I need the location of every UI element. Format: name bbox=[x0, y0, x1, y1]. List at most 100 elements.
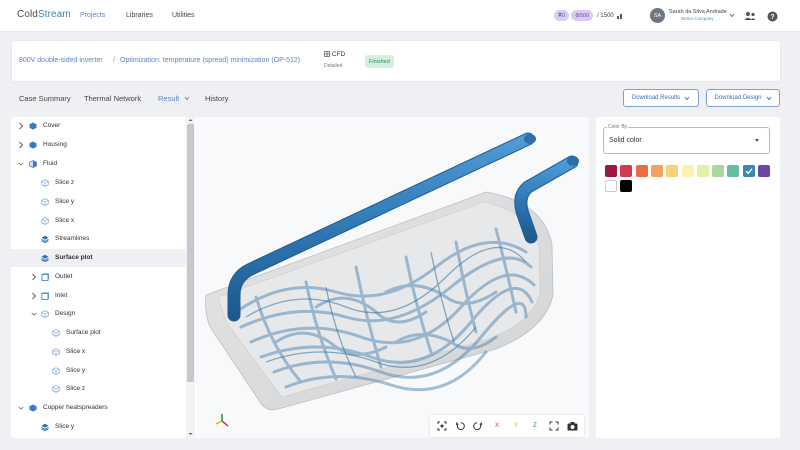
credits-indicator: ⧗ 0 ⚙ 500 / 1500 bbox=[554, 10, 624, 21]
color-swatch[interactable] bbox=[605, 165, 617, 177]
tree-scrollbar[interactable] bbox=[186, 117, 195, 438]
chevron-down-icon[interactable] bbox=[18, 404, 24, 412]
tree-item[interactable]: Housing bbox=[11, 136, 186, 154]
chevron-down-icon[interactable] bbox=[729, 13, 735, 18]
tree-item-label: Slice y bbox=[55, 423, 75, 430]
layers-icon bbox=[41, 423, 49, 432]
axis-y-button[interactable]: Y bbox=[510, 420, 522, 432]
tree-item[interactable]: Fluid bbox=[11, 155, 186, 173]
credit-pill-used: ⚙ 500 bbox=[570, 10, 594, 21]
scroll-thumb[interactable] bbox=[187, 124, 194, 382]
tree-item[interactable]: Design bbox=[11, 305, 186, 323]
chevron-down-icon[interactable] bbox=[18, 160, 24, 168]
cube-outline-icon bbox=[52, 348, 60, 356]
tree-item[interactable]: Surface plot bbox=[11, 324, 186, 342]
cube-half-icon bbox=[29, 160, 37, 168]
color-swatch[interactable] bbox=[681, 165, 694, 177]
user-name[interactable]: Sarah da Silva Andrade bbox=[669, 9, 727, 15]
nav-projects[interactable]: Projects bbox=[80, 12, 105, 19]
breadcrumb-study[interactable]: Optimization: temperature (spread) minim… bbox=[120, 57, 300, 64]
tree-item-label: Inlet bbox=[55, 292, 68, 299]
help-icon[interactable]: ? bbox=[766, 10, 778, 22]
color-swatch[interactable] bbox=[650, 165, 663, 177]
download-design-button[interactable]: Download Design bbox=[706, 89, 780, 107]
color-swatch[interactable] bbox=[742, 165, 755, 177]
tree-item[interactable]: Slice x bbox=[11, 212, 186, 230]
cube-outline-icon bbox=[52, 329, 60, 337]
tab-result[interactable]: Result bbox=[158, 94, 190, 103]
tree-item-label: Slice z bbox=[66, 385, 86, 392]
rotate-right-icon[interactable] bbox=[472, 420, 484, 432]
tab-thermal-network[interactable]: Thermal Network bbox=[84, 94, 141, 103]
tree-item[interactable]: Slice y bbox=[11, 193, 186, 211]
chevron-right-icon[interactable] bbox=[18, 122, 24, 130]
axis-x-button[interactable]: X bbox=[491, 420, 503, 432]
tab-case-summary[interactable]: Case Summary bbox=[19, 94, 71, 103]
study-subtype: Detailed bbox=[324, 63, 343, 69]
tree-item-label: Slice x bbox=[66, 348, 86, 355]
camera-icon[interactable] bbox=[566, 420, 578, 432]
tree-item-label: Cover bbox=[43, 122, 61, 129]
scroll-down-icon[interactable] bbox=[186, 431, 195, 437]
color-swatch[interactable] bbox=[727, 165, 740, 177]
team-icon[interactable] bbox=[744, 10, 756, 22]
tree-item[interactable]: Cover bbox=[11, 117, 186, 135]
cube-solid-icon bbox=[29, 141, 37, 149]
chevron-down-icon bbox=[684, 96, 690, 100]
chevron-right-icon[interactable] bbox=[31, 273, 37, 281]
chevron-down-icon bbox=[766, 96, 771, 100]
box-outline-icon bbox=[41, 292, 49, 300]
tree-item-label: Design bbox=[55, 310, 76, 317]
tab-history[interactable]: History bbox=[205, 94, 228, 103]
tree-item[interactable]: Copper heatspreaders bbox=[11, 399, 186, 417]
model-tree: Cover Housing Fluid Slice z Slice y Slice x St… bbox=[11, 117, 196, 438]
color-by-label: Color By bbox=[607, 124, 629, 130]
layers-icon bbox=[41, 254, 49, 263]
tree-item[interactable]: Slice y bbox=[11, 362, 186, 380]
tree-item-label: Slice y bbox=[55, 198, 75, 205]
3d-viewer[interactable] bbox=[196, 117, 589, 438]
tree-item[interactable]: Slice y bbox=[11, 418, 186, 436]
color-swatch[interactable] bbox=[620, 180, 633, 192]
color-swatch[interactable] bbox=[635, 165, 648, 177]
tree-item[interactable]: Slice z bbox=[11, 380, 186, 398]
credit-total: / 1500 bbox=[597, 12, 614, 19]
tree-item[interactable]: Streamlines bbox=[11, 230, 186, 248]
color-swatch[interactable] bbox=[758, 165, 770, 177]
tree-item-label: Fluid bbox=[43, 160, 58, 167]
color-swatch[interactable] bbox=[712, 165, 725, 177]
fit-view-icon[interactable] bbox=[436, 420, 448, 432]
tree-item[interactable]: Outlet bbox=[11, 268, 186, 286]
download-results-button[interactable]: Download Results bbox=[623, 89, 699, 107]
scroll-up-icon[interactable] bbox=[186, 117, 195, 123]
tree-item[interactable]: Slice x bbox=[11, 343, 186, 361]
chevron-down-icon[interactable] bbox=[31, 310, 37, 318]
avatar[interactable]: SA bbox=[650, 8, 665, 23]
svg-text:?: ? bbox=[770, 14, 774, 21]
app-logo[interactable]: ColdStream bbox=[17, 9, 71, 20]
tree-item-label: Housing bbox=[43, 141, 67, 148]
tree-item[interactable]: Surface plot bbox=[11, 249, 186, 267]
heatsink-3d-model[interactable] bbox=[196, 117, 589, 438]
nav-utilities[interactable]: Utilities bbox=[172, 12, 195, 19]
color-swatch[interactable] bbox=[696, 165, 709, 177]
fullscreen-icon[interactable] bbox=[548, 420, 560, 432]
cube-outline-icon bbox=[52, 367, 60, 375]
chevron-right-icon[interactable] bbox=[18, 141, 24, 149]
axis-z-button[interactable]: Z bbox=[529, 420, 541, 432]
viewer-toolbar: X Y Z bbox=[430, 415, 584, 437]
cube-outline-icon bbox=[52, 385, 60, 393]
tokens-icon bbox=[616, 13, 622, 19]
cube-solid-icon bbox=[29, 404, 37, 412]
tree-item[interactable]: Slice z bbox=[11, 174, 186, 192]
breadcrumb-separator: / bbox=[113, 57, 115, 64]
nav-libraries[interactable]: Libraries bbox=[126, 12, 153, 19]
breadcrumb-project[interactable]: 800V double-sided inverter bbox=[19, 57, 103, 64]
tree-item[interactable]: Inlet bbox=[11, 287, 186, 305]
chevron-right-icon[interactable] bbox=[31, 292, 37, 300]
caret-down-icon bbox=[755, 139, 759, 142]
color-swatch[interactable] bbox=[605, 180, 617, 192]
color-swatch[interactable] bbox=[666, 165, 679, 177]
color-swatch[interactable] bbox=[620, 165, 633, 177]
rotate-left-icon[interactable] bbox=[454, 420, 466, 432]
